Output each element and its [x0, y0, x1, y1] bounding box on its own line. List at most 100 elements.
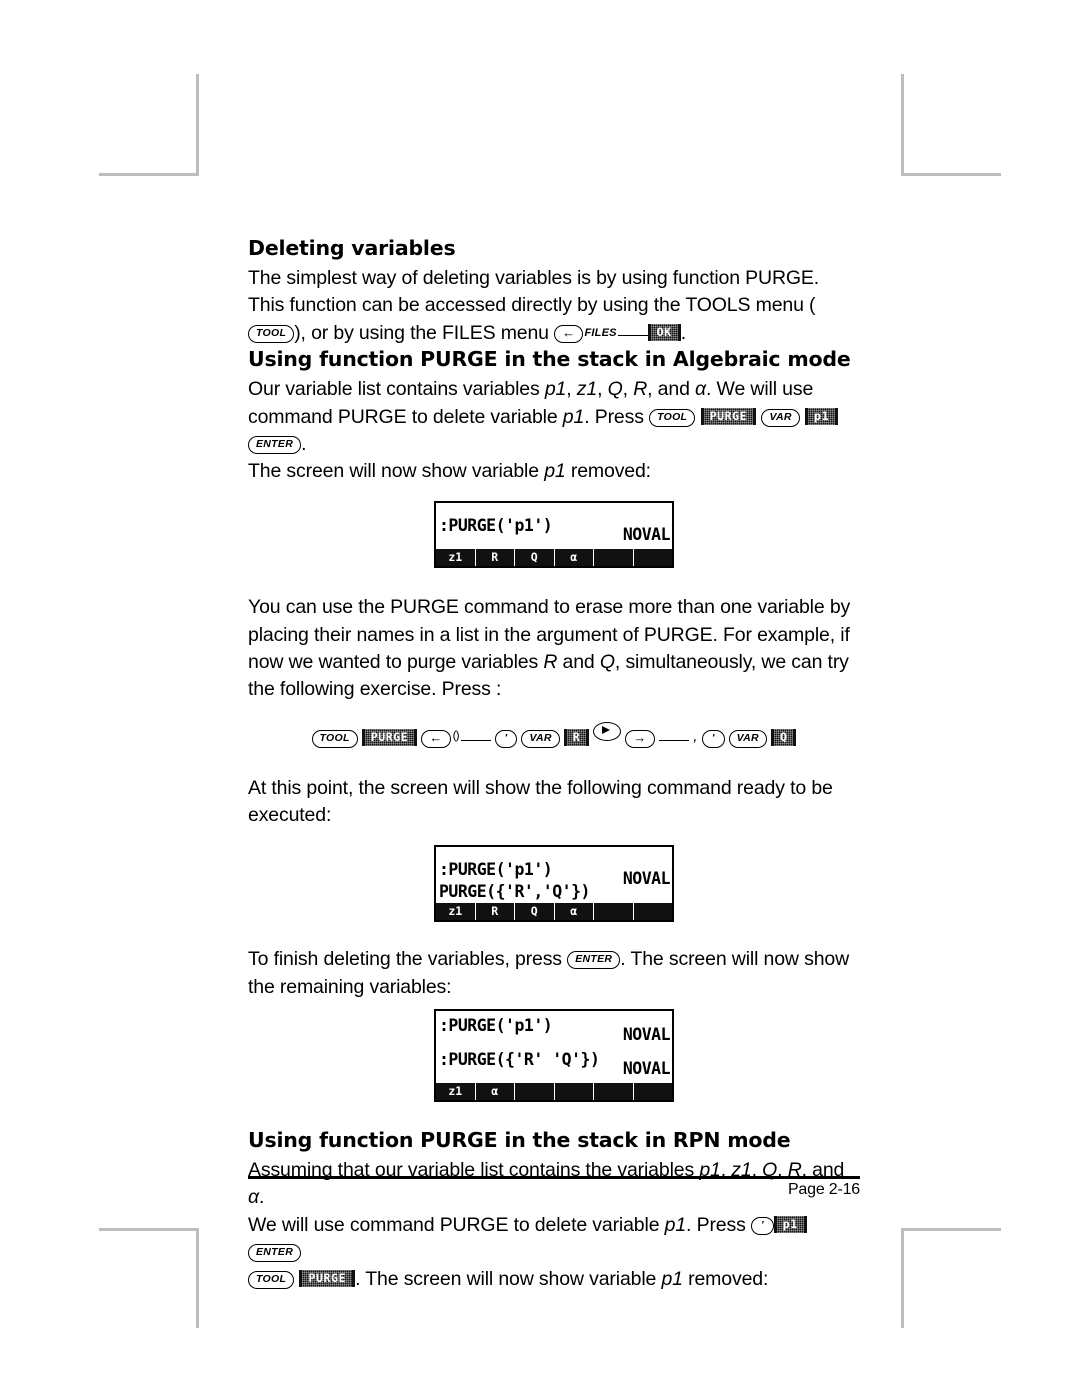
text-run: , and [647, 378, 696, 401]
crop-mark-top-right-vertical [901, 74, 904, 174]
calculator-screen-1: :PURGE('p1') NOVAL z1 R Q α [434, 501, 674, 569]
text-run: removed: [565, 460, 651, 483]
left-arrow-icon: ← [562, 324, 576, 340]
r-softkey[interactable]: R [563, 728, 590, 746]
text-run: . Press [686, 1213, 751, 1236]
text-run: ), or by using the FILES menu [294, 321, 555, 344]
tick-key[interactable]: ' [701, 729, 725, 748]
calculator-screen-2: :PURGE('p1') NOVAL PURGE({'R','Q'}) z1 R … [434, 845, 674, 923]
right-arrow-icon: → [633, 729, 647, 745]
tick-key[interactable]: ' [750, 1216, 774, 1235]
text-run: . Press [584, 405, 650, 428]
screen-2-top-pad [436, 847, 672, 859]
enter-key[interactable]: ENTER [248, 1243, 302, 1262]
left-shift-key[interactable]: ← [421, 729, 451, 748]
soft-menu-cell[interactable]: α [555, 549, 594, 567]
soft-menu-cell[interactable] [634, 549, 673, 566]
soft-menu-cell[interactable]: α [555, 903, 594, 921]
key-underline [658, 729, 689, 741]
soft-menu-cell[interactable]: Q [515, 903, 555, 921]
purge-softkey[interactable]: PURGE [299, 1270, 356, 1288]
var-key[interactable]: VAR [521, 729, 560, 748]
tool-key[interactable]: TOOL [311, 729, 358, 748]
key-sequence-multi-purge: TOOL PURGE ←() ' VAR R →, ' VAR Q [248, 721, 860, 753]
soft-menu-cell[interactable]: R [476, 549, 515, 567]
screen-1-top-pad [436, 503, 672, 515]
screen-3-line-2-text: :PURGE({'R' 'Q'}) [439, 1049, 600, 1069]
left-arrow-icon: ← [429, 729, 443, 745]
soft-menu-cell[interactable] [515, 1082, 555, 1100]
variable-z1: z1 [576, 378, 598, 401]
screen-3-line-2-value: NOVAL [622, 1058, 671, 1078]
crop-mark-bottom-left-horizontal [99, 1228, 199, 1231]
variable-r: R [633, 378, 648, 401]
text-run: , [597, 378, 608, 401]
tool-key[interactable]: TOOL [649, 408, 696, 427]
tool-key[interactable]: TOOL [248, 324, 295, 343]
variable-q: Q [599, 651, 615, 674]
paragraph-algebraic-intro: Our variable list contains variables p1,… [248, 376, 860, 485]
var-key[interactable]: VAR [761, 408, 800, 427]
screen-2-line-1-text: :PURGE('p1') [439, 860, 553, 880]
soft-menu-cell[interactable]: z1 [436, 903, 476, 921]
enter-key[interactable]: ENTER [567, 951, 621, 970]
purge-softkey[interactable]: PURGE [700, 407, 757, 425]
text-run: , [622, 378, 634, 401]
q-softkey[interactable]: Q [770, 728, 797, 746]
footer-page-number: Page 2-16 [787, 1181, 860, 1198]
soft-menu-cell[interactable]: z1 [436, 549, 476, 567]
soft-menu-cell[interactable]: α [476, 1082, 515, 1100]
tool-key[interactable]: TOOL [248, 1271, 295, 1290]
screen-3-line-2: :PURGE({'R' 'Q'}) NOVAL [436, 1049, 672, 1078]
soft-menu-cell[interactable]: Q [515, 549, 555, 567]
paragraph-ready-to-execute: At this point, the screen will show the … [248, 776, 833, 826]
right-shift-key[interactable]: → [625, 729, 655, 748]
screen-2-body: :PURGE('p1') NOVAL PURGE({'R','Q'}) [436, 847, 672, 903]
crop-mark-bottom-left-vertical [196, 1228, 199, 1328]
heading-deleting-variables: Deleting variables [248, 236, 456, 260]
screen-3-line-1-value: NOVAL [622, 1024, 671, 1044]
text-run: and [557, 651, 600, 674]
screen-3-line-1: :PURGE('p1') NOVAL [436, 1015, 672, 1044]
comma-annotation: , [693, 731, 697, 744]
screen-1-line-1: :PURGE('p1') NOVAL [436, 515, 672, 544]
right-arrow-key[interactable] [593, 721, 622, 741]
files-annotation: FILES [584, 326, 617, 339]
crop-mark-top-left-horizontal [99, 173, 199, 176]
variable-p1: p1 [544, 378, 567, 401]
var-key[interactable]: VAR [728, 729, 767, 748]
purge-softkey[interactable]: PURGE [361, 728, 418, 746]
screen-2-line-2-text: PURGE({'R','Q'}) [439, 882, 590, 902]
screen-3-body: :PURGE('p1') NOVAL :PURGE({'R' 'Q'}) NOVAL [436, 1015, 672, 1083]
crop-mark-bottom-right-horizontal [901, 1228, 1001, 1231]
tick-key[interactable]: ' [494, 729, 518, 748]
p1-softkey[interactable]: p1 [773, 1215, 807, 1233]
text-run: The simplest way of deleting variables i… [248, 267, 820, 317]
screen-1-line-1-value: NOVAL [622, 525, 671, 545]
soft-menu-cell[interactable] [634, 903, 673, 920]
soft-menu-cell[interactable]: R [476, 903, 515, 921]
p1-softkey[interactable]: p1 [805, 407, 839, 425]
screen-1-line-1-text: :PURGE('p1') [439, 516, 553, 536]
text-run: We will use command PURGE to delete vari… [248, 1213, 665, 1236]
text-run: . The screen will now show variable [355, 1268, 662, 1291]
soft-menu-cell[interactable] [594, 1082, 634, 1100]
key-underline [617, 324, 648, 336]
key-underline [460, 729, 491, 741]
variable-p1: p1 [544, 460, 566, 483]
page-content: Deleting variables The simplest way of d… [248, 236, 860, 1294]
screen-3-line-1-text: :PURGE('p1') [439, 1015, 553, 1035]
crop-mark-top-right-horizontal [901, 173, 1001, 176]
enter-key[interactable]: ENTER [248, 435, 302, 454]
screen-2-line-1: :PURGE('p1') NOVAL [436, 859, 672, 888]
soft-menu-cell[interactable] [555, 1082, 594, 1100]
text-run: The screen will now show variable [248, 460, 545, 483]
soft-menu-cell[interactable] [634, 1083, 673, 1100]
ok-softkey[interactable]: OK [647, 323, 681, 341]
screen-2-soft-menu: z1 R Q α [436, 903, 673, 921]
soft-menu-cell[interactable]: z1 [436, 1082, 476, 1100]
paragraph-deleting-variables: The simplest way of deleting variables i… [248, 265, 860, 347]
soft-menu-cell[interactable] [594, 903, 634, 921]
soft-menu-cell[interactable] [594, 549, 634, 567]
left-shift-key[interactable]: ← [554, 324, 584, 343]
